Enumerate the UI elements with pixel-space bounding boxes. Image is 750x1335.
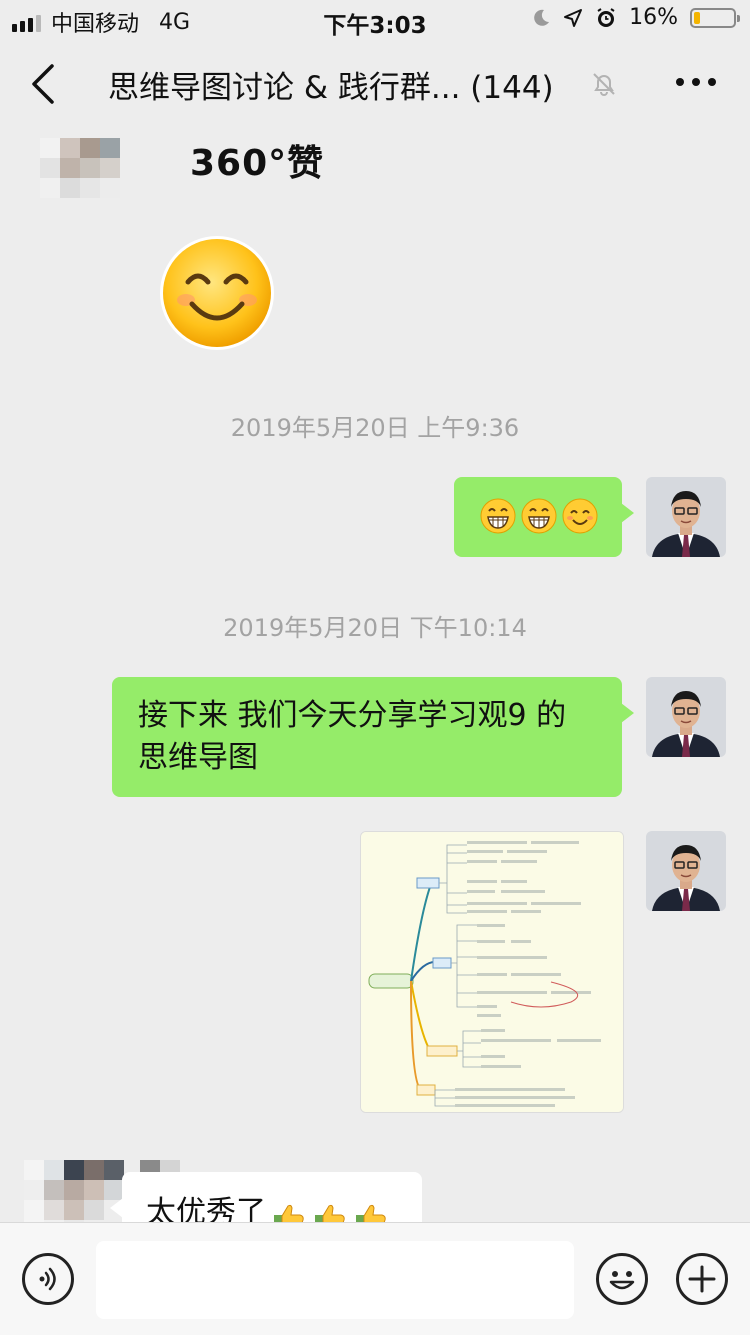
location-arrow-icon bbox=[564, 8, 583, 27]
voice-button[interactable] bbox=[22, 1253, 74, 1305]
sent-message-bubble[interactable]: 接下来 我们今天分享学习观9 的思维导图 bbox=[112, 677, 634, 797]
battery-level bbox=[694, 11, 700, 24]
battery-icon bbox=[690, 7, 740, 28]
chevron-left-icon bbox=[32, 64, 54, 104]
chat-title: 思维导图讨论 & 践行群... (144) bbox=[108, 70, 554, 106]
thumbs-up-emoji bbox=[356, 1204, 386, 1222]
sent-message-bubble[interactable] bbox=[454, 477, 634, 557]
my-avatar[interactable] bbox=[646, 677, 726, 757]
voice-icon bbox=[39, 1267, 56, 1291]
sender-avatar-blurred[interactable] bbox=[24, 1160, 124, 1222]
moon-icon bbox=[534, 9, 550, 26]
input-bar bbox=[0, 1222, 750, 1335]
grinning-face-emoji bbox=[521, 498, 557, 534]
plus-icon bbox=[688, 1265, 716, 1293]
my-avatar[interactable] bbox=[646, 477, 726, 557]
battery-percent: 16% bbox=[629, 5, 678, 30]
chat-message-list[interactable]: 360°赞 2019年5月20日 上午9:36 2019年5月20日 下午10:… bbox=[0, 128, 750, 1222]
grinning-face-emoji bbox=[480, 498, 516, 534]
mind-map-image[interactable] bbox=[360, 831, 624, 1113]
received-message-text: 360°赞 bbox=[190, 143, 325, 184]
bell-muted-icon bbox=[590, 70, 618, 102]
chat-header: 思维导图讨论 & 践行群... (144) bbox=[0, 40, 750, 128]
thumbs-up-emoji bbox=[315, 1204, 345, 1222]
more-button[interactable] bbox=[676, 78, 716, 86]
emoji-face-icon bbox=[609, 1271, 635, 1290]
message-input[interactable] bbox=[96, 1241, 574, 1319]
status-bar: 中国移动 4G 下午3:03 16% bbox=[0, 0, 750, 40]
more-dots-icon bbox=[676, 78, 684, 86]
message-text: 太优秀了 bbox=[146, 1195, 266, 1222]
smiling-face-emoji bbox=[562, 498, 598, 534]
my-avatar[interactable] bbox=[646, 831, 726, 911]
emoji-button[interactable] bbox=[596, 1253, 648, 1305]
thumbs-up-emoji bbox=[274, 1204, 304, 1222]
alarm-icon bbox=[597, 7, 615, 27]
received-message-bubble[interactable]: 太优秀了 bbox=[110, 1172, 422, 1222]
timestamp: 2019年5月20日 上午9:36 bbox=[230, 414, 520, 442]
back-button[interactable] bbox=[22, 60, 66, 108]
status-right: 16% bbox=[531, 5, 740, 30]
add-button[interactable] bbox=[676, 1253, 728, 1305]
message-text: 接下来 我们今天分享学习观9 的思维导图 bbox=[138, 698, 567, 775]
sender-avatar-blurred[interactable] bbox=[40, 138, 120, 198]
timestamp: 2019年5月20日 下午10:14 bbox=[223, 614, 527, 642]
smiling-face-emoji[interactable] bbox=[158, 234, 276, 352]
